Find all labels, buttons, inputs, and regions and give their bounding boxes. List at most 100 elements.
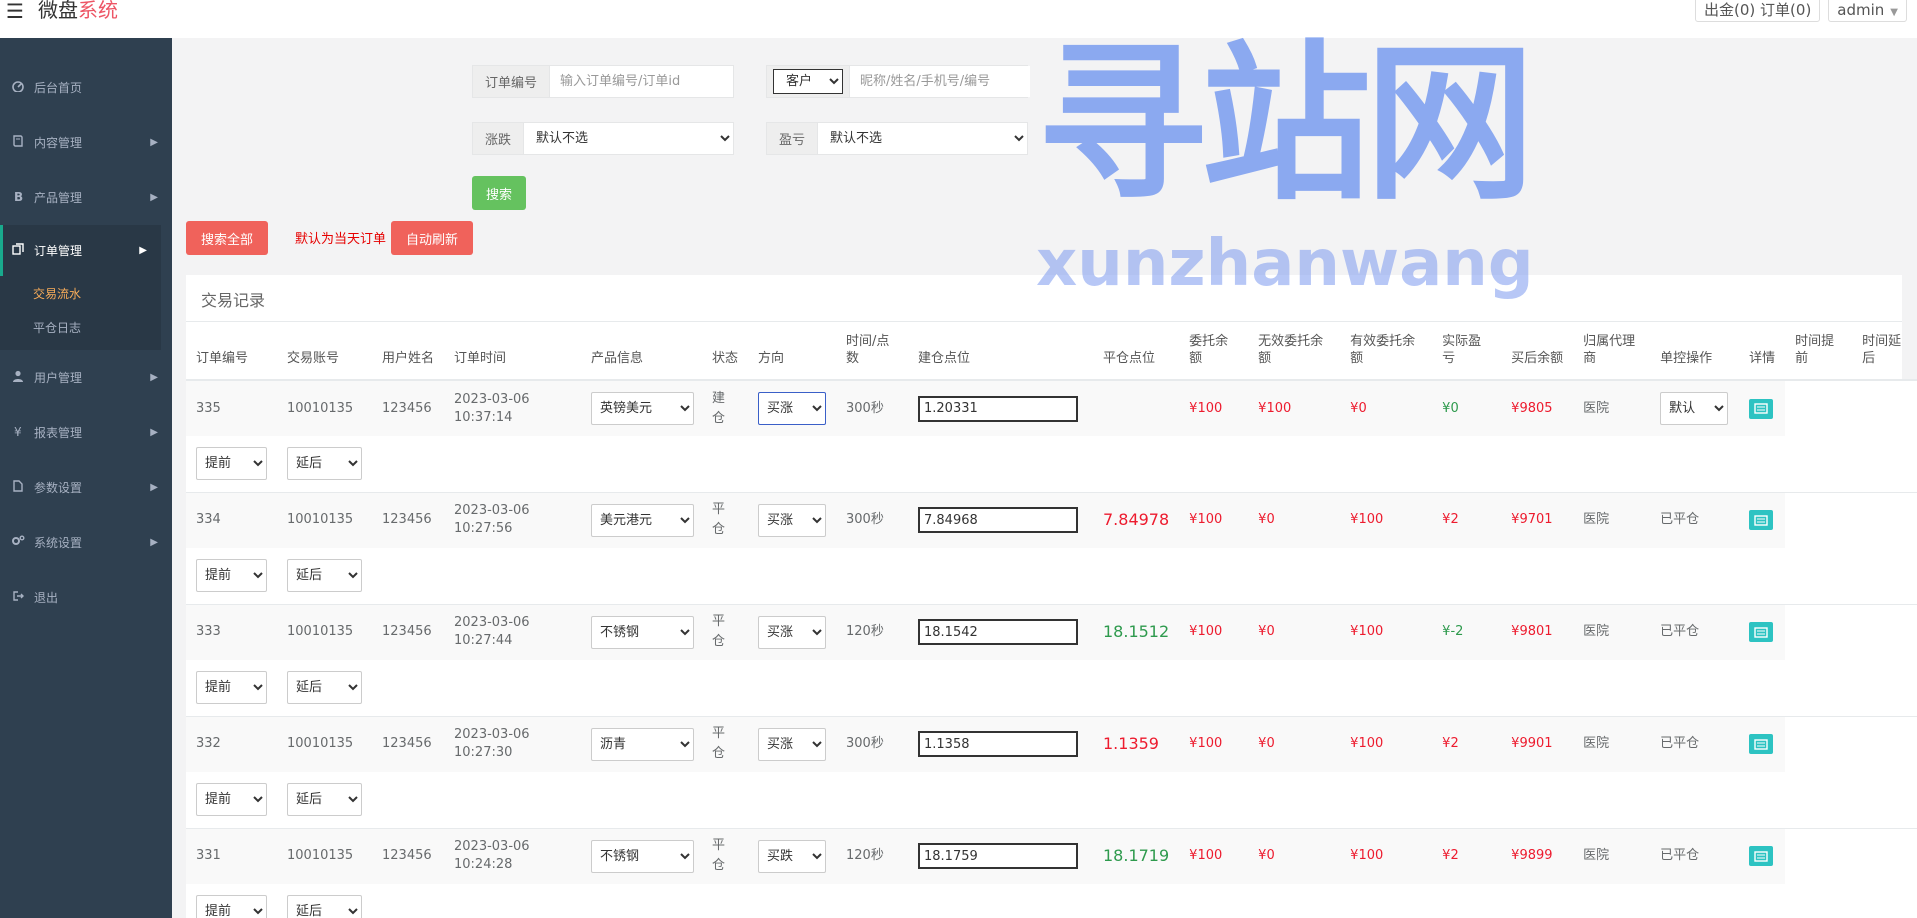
time-delay-select[interactable]: 延后 [287,447,362,481]
sidebar-item-5[interactable]: ¥ 报表管理 ▶ [0,405,172,460]
sidebar-subitem-1[interactable]: 平仓日志 [0,310,161,344]
svg-text:B: B [14,190,23,202]
column-header-4: 产品信息 [581,322,704,381]
sidebar-subitem-0[interactable]: 交易流水 [0,276,161,310]
after-balance: ¥9901 [1501,716,1574,772]
sidebar-item-label: 用户管理 [34,371,83,385]
detail-button[interactable] [1749,846,1774,867]
column-header-12: 有效委托余额 [1340,322,1433,381]
column-header-17: 详情 [1739,322,1786,381]
detail-button[interactable] [1749,398,1774,419]
control-select[interactable]: 默认 [1660,392,1729,425]
status-text: 建仓 [712,390,726,426]
order-date: 2023-03-06 [454,615,530,631]
table-row: 335 10010135 123456 2023-03-06 10:37:14 英镑美元建… [186,380,1917,436]
period: 120秒 [836,828,908,884]
column-header-10: 委托余额 [1179,322,1249,381]
sidebar-item-0[interactable]: 后台首页 [0,60,172,115]
search-button[interactable]: 搜索 [472,176,526,210]
brand-main: 微盘 [38,0,78,22]
hamburger-menu-icon[interactable]: ☰ [6,0,24,22]
direction-select[interactable]: 买涨 [758,503,826,537]
time-delay-select[interactable]: 延后 [287,895,362,918]
withdraw-orders-button[interactable]: 出金(0) 订单(0) [1695,0,1821,22]
direction-select[interactable]: 买跌 [758,839,826,873]
list-icon [1754,627,1768,638]
column-header-2: 用户姓名 [372,322,444,381]
direction-select[interactable]: 买涨 [758,727,826,761]
order-number-label: 订单编号 [473,66,551,97]
time-ahead-select[interactable]: 提前 [196,559,267,593]
control-cell: 默认 [1650,380,1740,436]
open-price-input[interactable] [918,507,1078,534]
open-price-input[interactable] [918,395,1078,422]
detail-cell [1739,828,1786,884]
detail-cell [1739,716,1786,772]
auto-refresh-button[interactable]: 自动刷新 [391,221,473,255]
order-number-input[interactable] [550,66,731,97]
profit-loss-select[interactable]: 默认不选 [818,123,1027,154]
sidebar-item-8[interactable]: 退出 [0,570,172,625]
trades-table: 订单编号 交易账号 用户姓名 订单时间 产品信息 状态 方向 时间/点数 建仓点位 平仓点位 委托余… [186,322,1917,918]
customer-search-input[interactable] [850,66,1030,97]
time-delay-select[interactable]: 延后 [287,559,362,593]
order-id: 335 [186,380,277,436]
trade-records-panel: 交易记录 订单编号 交易账号 用户姓名 订单时间 产品信息 状态 方向 时间/点数 建仓点位 平仓… [186,275,1917,918]
actual-profit-loss: ¥2 [1432,828,1502,884]
file-icon [10,480,26,495]
default-today-hint: 默认为当天订单 [295,232,387,247]
direction-select[interactable]: 买涨 [758,392,826,425]
user-menu[interactable]: admin ▼ [1828,0,1907,22]
time-ahead-select[interactable]: 提前 [196,671,267,705]
time-delay-select[interactable]: 延后 [287,671,362,705]
time-ahead-select[interactable]: 提前 [196,895,267,918]
product-select[interactable]: 沥青 [591,727,694,761]
valid-entrust: ¥100 [1340,604,1433,660]
time-ahead-select[interactable]: 提前 [196,447,267,481]
sidebar-item-4[interactable]: 用户管理 ▶ [0,350,172,405]
rise-fall-label: 涨跌 [473,123,525,154]
rise-fall-select[interactable]: 默认不选 [524,123,733,154]
sidebar-item-3[interactable]: 订单管理 ▶ [0,225,161,276]
detail-button[interactable] [1749,734,1774,755]
sub-row-spacer [372,436,1917,493]
column-header-0: 订单编号 [186,322,277,381]
order-id: 332 [186,716,277,772]
open-price-input[interactable] [918,843,1078,870]
open-price-input[interactable] [918,731,1078,758]
table-sub-row: 提前 延后 [186,884,1917,918]
table-sub-row: 提前 延后 [186,548,1917,605]
product-select[interactable]: 美元港元 [591,503,694,537]
time-ahead-select[interactable]: 提前 [196,783,267,817]
search-all-button[interactable]: 搜索全部 [186,221,268,255]
chevron-right-icon: ▶ [139,245,147,256]
direction-select[interactable]: 买涨 [758,615,826,649]
sidebar-item-6[interactable]: 参数设置 ▶ [0,460,172,515]
sidebar-item-1[interactable]: 内容管理 ▶ [0,115,172,170]
column-header-19: 时间延后 [1852,322,1917,381]
actual-profit-loss: ¥2 [1432,492,1502,548]
control-status: 已平仓 [1650,604,1740,660]
direction-cell: 买涨 [748,716,836,772]
customer-type-select[interactable]: 客户 [773,69,843,94]
detail-button[interactable] [1749,510,1774,531]
chevron-right-icon: ▶ [150,427,158,438]
status-text: 平仓 [712,726,726,762]
direction-cell: 买涨 [748,492,836,548]
list-icon [1754,851,1768,862]
delay-cell: 延后 [277,548,372,605]
open-price-input[interactable] [918,619,1078,646]
order-date: 2023-03-06 [454,391,530,407]
order-time: 2023-03-06 10:27:44 [444,604,581,660]
product-select[interactable]: 不锈钢 [591,615,694,649]
delay-cell: 延后 [277,884,372,918]
product-select[interactable]: 英镑美元 [591,392,694,425]
time-delay-select[interactable]: 延后 [287,783,362,817]
product-select[interactable]: 不锈钢 [591,839,694,873]
invalid-entrust: ¥0 [1248,604,1341,660]
sidebar-item-7[interactable]: 系统设置 ▶ [0,515,172,570]
sidebar-item-2[interactable]: B 产品管理 ▶ [0,170,172,225]
empty-cell [1852,604,1917,660]
brand-logo: 微盘系统 [38,0,118,22]
detail-button[interactable] [1749,622,1774,643]
